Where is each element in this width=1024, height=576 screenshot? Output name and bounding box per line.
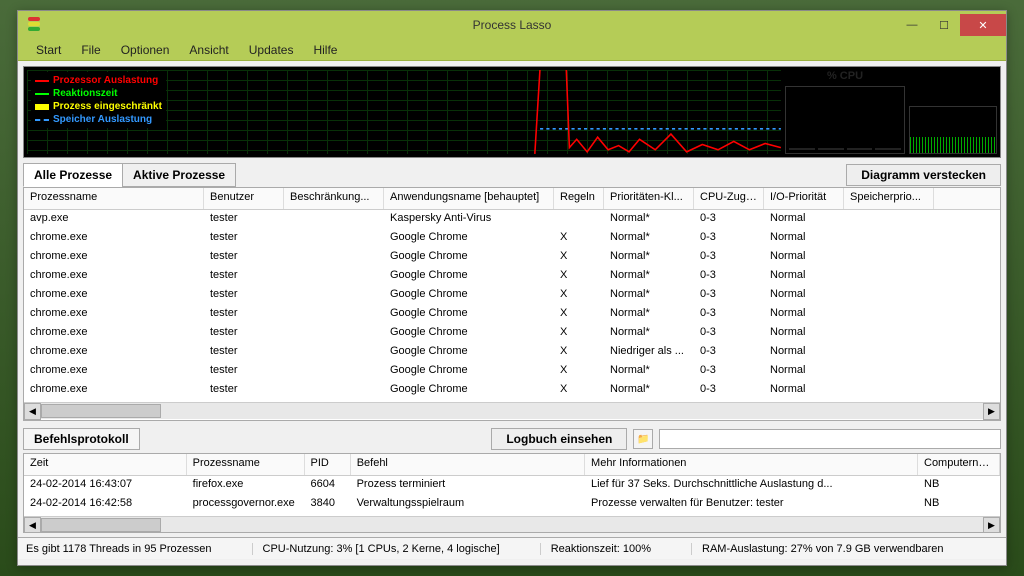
col-processname[interactable]: Prozessname (24, 188, 204, 209)
col-mem-priority[interactable]: Speicherprio... (844, 188, 934, 209)
cpu-bars-panel: % CPU (785, 70, 905, 154)
table-row[interactable]: chrome.exetesterGoogle ChromeXNormal*0-3… (24, 324, 1000, 343)
table-row[interactable]: chrome.exetesterGoogle ChromeXNormal*0-3… (24, 381, 1000, 400)
process-table-body[interactable]: avp.exetesterKaspersky Anti-VirusNormal*… (24, 210, 1000, 402)
col-command[interactable]: Befehl (351, 454, 585, 475)
log-table-header[interactable]: Zeit Prozessname PID Befehl Mehr Informa… (24, 454, 1000, 476)
table-row[interactable]: chrome.exetesterGoogle ChromeXNormal*0-3… (24, 305, 1000, 324)
log-folder-icon[interactable]: 📁 (633, 429, 653, 449)
col-computer[interactable]: Computernam (918, 454, 1000, 475)
col-appname[interactable]: Anwendungsname [behauptet] (384, 188, 554, 209)
status-ram: RAM-Auslastung: 27% von 7.9 GB verwendba… (691, 543, 944, 555)
tabs-row: Alle Prozesse Aktive Prozesse Diagramm v… (18, 163, 1006, 187)
table-row[interactable]: 24-02-2014 16:43:07firefox.exe6604Prozes… (24, 476, 1000, 495)
col-cpu-affinity[interactable]: CPU-Zuge... (694, 188, 764, 209)
window-title: Process Lasso (18, 18, 1006, 32)
table-row[interactable]: 24-02-2014 16:42:58processgovernor.exe38… (24, 495, 1000, 514)
col-priority[interactable]: Prioritäten-Kl... (604, 188, 694, 209)
table-row[interactable]: chrome.exetesterGoogle ChromeXNormal*0-3… (24, 267, 1000, 286)
scroll-left-icon[interactable]: ◀ (24, 403, 41, 420)
table-row[interactable]: avp.exetesterKaspersky Anti-VirusNormal*… (24, 210, 1000, 229)
table-row[interactable]: chrome.exetesterGoogle ChromeXNormal*0-3… (24, 229, 1000, 248)
col-pid[interactable]: PID (305, 454, 351, 475)
tab-active-processes[interactable]: Aktive Prozesse (122, 163, 236, 187)
main-window: Process Lasso — ☐ ✕ Start File Optionen … (17, 10, 1007, 566)
hide-chart-button[interactable]: Diagramm verstecken (846, 164, 1001, 186)
table-row[interactable]: chrome.exetesterGoogle ChromeXNormal*0-3… (24, 362, 1000, 381)
view-log-button[interactable]: Logbuch einsehen (491, 428, 627, 450)
status-response: Reaktionszeit: 100% (540, 543, 651, 555)
menu-view[interactable]: Ansicht (179, 40, 238, 60)
menu-updates[interactable]: Updates (239, 40, 304, 60)
menu-start[interactable]: Start (26, 40, 71, 60)
titlebar[interactable]: Process Lasso — ☐ ✕ (18, 11, 1006, 39)
scroll-right-icon[interactable]: ▶ (983, 517, 1000, 533)
log-table: Zeit Prozessname PID Befehl Mehr Informa… (23, 453, 1001, 533)
scroll-left-icon[interactable]: ◀ (24, 517, 41, 533)
process-table-header[interactable]: Prozessname Benutzer Beschränkung... Anw… (24, 188, 1000, 210)
horizontal-scrollbar[interactable]: ◀ ▶ (24, 402, 1000, 419)
status-cpu: CPU-Nutzung: 3% [1 CPUs, 2 Kerne, 4 logi… (252, 543, 500, 555)
col-info[interactable]: Mehr Informationen (585, 454, 918, 475)
col-restriction[interactable]: Beschränkung... (284, 188, 384, 209)
menu-file[interactable]: File (71, 40, 110, 60)
col-user[interactable]: Benutzer (204, 188, 284, 209)
scroll-thumb[interactable] (41, 404, 161, 418)
scroll-thumb[interactable] (41, 518, 161, 532)
scroll-right-icon[interactable]: ▶ (983, 403, 1000, 420)
col-rules[interactable]: Regeln (554, 188, 604, 209)
status-bar: Es gibt 1178 Threads in 95 Prozessen CPU… (18, 537, 1006, 559)
log-label: Befehlsprotokoll (23, 428, 140, 450)
table-row[interactable]: chrome.exetesterGoogle ChromeXNiedriger … (24, 343, 1000, 362)
log-toolbar: Befehlsprotokoll Logbuch einsehen 📁 (18, 425, 1006, 453)
col-procname[interactable]: Prozessname (187, 454, 305, 475)
col-io-priority[interactable]: I/O-Priorität (764, 188, 844, 209)
table-row[interactable]: chrome.exetesterGoogle ChromeXNormal*0-3… (24, 286, 1000, 305)
col-time[interactable]: Zeit (24, 454, 187, 475)
main-chart: Prozessor Auslastung Reaktionszeit Proze… (27, 70, 781, 154)
process-table: Prozessname Benutzer Beschränkung... Anw… (23, 187, 1001, 421)
log-horizontal-scrollbar[interactable]: ◀ ▶ (24, 516, 1000, 533)
cpu-line-chart (27, 70, 781, 154)
tab-all-processes[interactable]: Alle Prozesse (23, 163, 123, 187)
menu-help[interactable]: Hilfe (303, 40, 347, 60)
status-threads: Es gibt 1178 Threads in 95 Prozessen (26, 543, 212, 555)
menubar: Start File Optionen Ansicht Updates Hilf… (18, 39, 1006, 61)
log-filter-input[interactable] (659, 429, 1001, 449)
ram-panel: RAM-Nutzung (909, 70, 997, 154)
table-row[interactable]: chrome.exetesterGoogle ChromeXNormal*0-3… (24, 248, 1000, 267)
chart-panel: Prozessor Auslastung Reaktionszeit Proze… (23, 66, 1001, 158)
log-table-body[interactable]: 24-02-2014 16:43:07firefox.exe6604Prozes… (24, 476, 1000, 516)
menu-options[interactable]: Optionen (111, 40, 180, 60)
